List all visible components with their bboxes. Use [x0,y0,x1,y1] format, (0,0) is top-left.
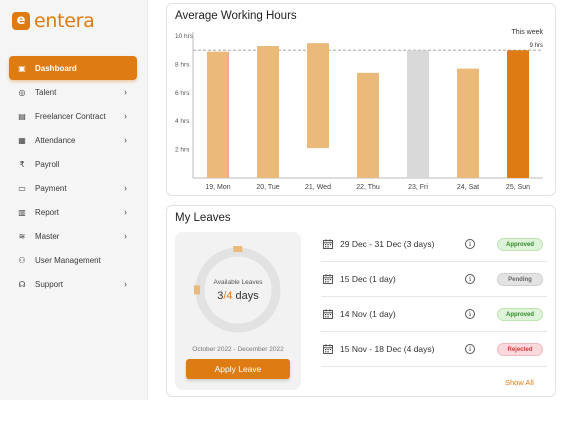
leave-dates: 15 Dec (1 day) [340,274,396,284]
leave-dates: 29 Dec - 31 Dec (3 days) [340,239,435,249]
dashboard-icon: ▣ [18,63,26,73]
y-tick-label: 4 hrs [175,118,190,125]
sidebar-item-label: Freelancer Contract [35,111,106,121]
sidebar-item-label: Master [35,231,60,241]
sidebar-nav: ▣ Dashboard ◎ Talent › ▤ Freelancer Contract › ▦… [9,56,137,296]
status-badge: Approved [497,308,543,321]
sidebar-item-label: Support [35,279,64,289]
bar-4 [357,72,379,178]
brand-name: entera [34,10,95,32]
sidebar-item-label: Payroll [35,159,60,169]
calendar-icon [323,309,333,319]
x-tick-label: 20, Tue [256,184,279,191]
support-icon: ☊ [18,279,26,289]
sidebar-item-label: Report [35,207,60,217]
sidebar-item-payroll[interactable]: ₹ Payroll [9,152,137,176]
apply-leave-button[interactable]: Apply Leave [186,359,290,379]
sidebar-item-label: Attendance [35,135,76,145]
info-icon[interactable]: i [465,239,475,249]
bar-3 [307,43,329,149]
x-tick-label: 22, Thu [356,184,380,191]
leave-dates: 15 Nov - 18 Dec (4 days) [340,344,435,354]
leave-dates: 14 Nov (1 day) [340,309,396,319]
bar-1 [207,51,229,179]
x-tick-label: 23, Fri [408,184,428,191]
leave-period: October 2022 - December 2022 [192,346,284,353]
x-tick-label: 19, Mon [205,184,230,191]
x-tick-label: 21, Wed [305,184,331,191]
sidebar-item-label: Talent [35,87,57,97]
payment-icon: ▭ [18,183,26,193]
bar-7 [507,50,529,179]
sidebar-item-payment[interactable]: ▭ Payment › [9,176,137,200]
bar-5 [407,50,429,179]
calendar-icon [323,239,333,249]
working-hours-card: Average Working Hours 10 hrs 8 hrs 6 hrs 4 … [166,3,556,196]
database-icon: ≋ [18,231,26,241]
info-icon[interactable]: i [465,344,475,354]
brand-logo[interactable]: e entera [12,10,95,32]
logo-mark-icon: e [12,12,30,30]
sidebar-item-label: User Management [35,255,101,265]
available-unit: days [232,290,259,302]
leave-row[interactable]: 14 Nov (1 day) i Approved [321,297,547,332]
calendar-icon [323,344,333,354]
this-week-label: This week [511,29,543,36]
sidebar-item-dashboard[interactable]: ▣ Dashboard [9,56,137,80]
sidebar-item-report[interactable]: ▥ Report › [9,200,137,224]
status-badge: Approved [497,238,543,251]
leave-row[interactable]: 15 Dec (1 day) i Pending [321,262,547,297]
chevron-right-icon: › [124,207,127,217]
y-tick-label: 10 hrs [175,33,194,40]
chevron-right-icon: › [124,279,127,289]
sidebar-item-label: Payment [35,183,67,193]
my-leaves-card: My Leaves Available Leaves 3/4 days Octo… [166,205,556,397]
report-icon: ▥ [18,207,26,217]
talent-icon: ◎ [18,87,26,97]
contract-icon: ▤ [18,111,26,121]
available-leaves-label: Available Leaves [213,279,263,286]
sidebar-item-master[interactable]: ≋ Master › [9,224,137,248]
leave-row[interactable]: 29 Dec - 31 Dec (3 days) i Approved [321,227,547,262]
x-tick-label: 24, Sat [457,184,479,191]
sidebar-item-user-management[interactable]: ⚇ User Management [9,248,137,272]
my-leaves-title: My Leaves [175,212,231,224]
users-icon: ⚇ [18,255,26,265]
show-all-link[interactable]: Show All [505,378,534,387]
bar-6 [457,68,479,178]
chevron-right-icon: › [124,111,127,121]
info-icon[interactable]: i [465,274,475,284]
sidebar-item-label: Dashboard [35,63,77,73]
chevron-right-icon: › [124,231,127,241]
sidebar: e entera ▣ Dashboard ◎ Talent › ▤ Freelancer C… [0,0,148,400]
chevron-right-icon: › [124,87,127,97]
chevron-right-icon: › [124,183,127,193]
rupee-icon: ₹ [19,159,25,169]
sidebar-item-talent[interactable]: ◎ Talent › [9,80,137,104]
calendar-icon [323,274,333,284]
y-tick-label: 6 hrs [175,90,190,97]
target-hours-label: 9 hrs [530,43,543,49]
attendance-icon: ▦ [18,135,26,145]
available-leaves-panel: Available Leaves 3/4 days October 2022 -… [175,232,301,390]
available-leaves-value: 3/4 days [175,290,301,302]
sidebar-item-freelancer-contract[interactable]: ▤ Freelancer Contract › [9,104,137,128]
bar-2 [257,45,279,178]
status-badge: Rejected [497,343,543,356]
status-badge: Pending [497,273,543,286]
sidebar-item-support[interactable]: ☊ Support › [9,272,137,296]
sidebar-item-attendance[interactable]: ▦ Attendance › [9,128,137,152]
leave-row[interactable]: 15 Nov - 18 Dec (4 days) i Rejected [321,332,547,367]
app-window: e entera ▣ Dashboard ◎ Talent › ▤ Freelancer C… [0,0,576,435]
info-icon[interactable]: i [465,309,475,319]
y-tick-label: 2 hrs [175,147,190,154]
x-tick-label: 25, Sun [506,184,530,191]
chevron-right-icon: › [124,135,127,145]
y-tick-label: 8 hrs [175,61,190,68]
working-hours-chart: 10 hrs 8 hrs 6 hrs 4 hrs 2 hrs This week 9 hrs… [175,29,543,191]
